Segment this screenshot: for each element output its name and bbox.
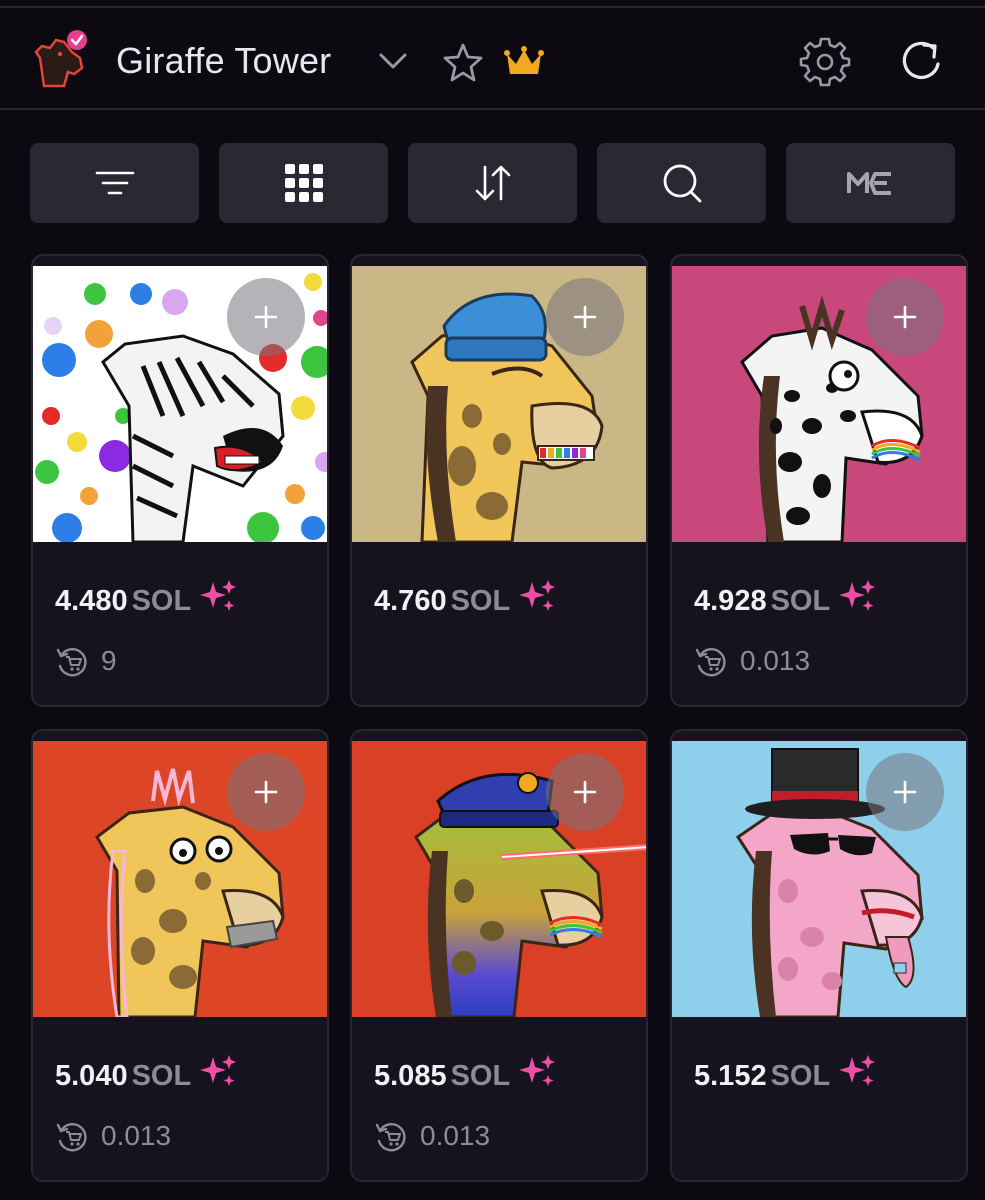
- price-label: 5.085 SOL: [374, 1053, 558, 1093]
- cart-refresh-icon: [56, 1123, 87, 1152]
- price-unit: SOL: [770, 1060, 831, 1092]
- collection-logo[interactable]: [30, 28, 92, 90]
- add-to-cart-button[interactable]: [227, 753, 305, 831]
- cart-refresh-icon: [375, 1123, 406, 1152]
- price-value: 4.928: [694, 585, 767, 617]
- sparkles-icon: [518, 1053, 558, 1089]
- royalty-fee: 0.013: [374, 1119, 490, 1153]
- crown-icon[interactable]: [502, 42, 546, 82]
- plus-icon: [573, 305, 597, 329]
- sparkles-icon: [518, 578, 558, 614]
- price-value: 4.760: [374, 585, 447, 617]
- sparkles-icon: [199, 578, 239, 614]
- gear-icon[interactable]: [798, 34, 852, 88]
- star-icon[interactable]: [440, 40, 486, 86]
- fee-value: 0.013: [420, 1120, 491, 1151]
- fee-value: 0.013: [740, 645, 811, 676]
- filter-icon: [95, 171, 134, 195]
- nft-card[interactable]: 5.040 SOL 0.013: [31, 729, 329, 1182]
- add-to-cart-button[interactable]: [227, 278, 305, 356]
- add-to-cart-button[interactable]: [866, 278, 944, 356]
- nft-card[interactable]: 5.152 SOL: [670, 729, 968, 1182]
- plus-icon: [254, 780, 278, 804]
- price-label: 4.760 SOL: [374, 578, 558, 618]
- fee-value: 9: [101, 645, 117, 676]
- top-divider: [0, 0, 985, 8]
- price-value: 5.040: [55, 1060, 128, 1092]
- price-unit: SOL: [450, 1060, 511, 1092]
- search-button[interactable]: [597, 143, 766, 223]
- royalty-fee: 0.013: [55, 1119, 171, 1153]
- price-unit: SOL: [131, 585, 192, 617]
- royalty-fee: 9: [55, 644, 117, 678]
- price-value: 5.152: [694, 1060, 767, 1092]
- plus-icon: [893, 780, 917, 804]
- plus-icon: [893, 305, 917, 329]
- price-label: 4.480 SOL: [55, 578, 239, 618]
- sparkles-icon: [838, 1053, 878, 1089]
- refresh-icon[interactable]: [894, 34, 948, 88]
- price-label: 4.928 SOL: [694, 578, 878, 618]
- chevron-down-icon[interactable]: [376, 44, 410, 78]
- add-to-cart-button[interactable]: [546, 278, 624, 356]
- nft-card[interactable]: 4.760 SOL: [350, 254, 648, 707]
- sparkles-icon: [199, 1053, 239, 1089]
- toolbar: [30, 143, 955, 223]
- collection-header: Giraffe Tower: [0, 10, 985, 110]
- magic-eden-button[interactable]: [786, 143, 955, 223]
- price-unit: SOL: [450, 585, 511, 617]
- magic-eden-icon: [846, 172, 891, 195]
- price-label: 5.152 SOL: [694, 1053, 878, 1093]
- filter-button[interactable]: [30, 143, 199, 223]
- price-value: 5.085: [374, 1060, 447, 1092]
- add-to-cart-button[interactable]: [546, 753, 624, 831]
- plus-icon: [254, 305, 278, 329]
- price-value: 4.480: [55, 585, 128, 617]
- royalty-fee: 0.013: [694, 644, 810, 678]
- sparkles-icon: [838, 578, 878, 614]
- price-unit: SOL: [131, 1060, 192, 1092]
- nft-card[interactable]: 4.928 SOL 0.013: [670, 254, 968, 707]
- sort-button[interactable]: [408, 143, 577, 223]
- collection-title[interactable]: Giraffe Tower: [116, 40, 331, 82]
- fee-value: 0.013: [101, 1120, 172, 1151]
- search-icon: [663, 164, 701, 203]
- add-to-cart-button[interactable]: [866, 753, 944, 831]
- nft-card[interactable]: 4.480 SOL 9: [31, 254, 329, 707]
- sort-icon: [475, 165, 510, 201]
- plus-icon: [573, 780, 597, 804]
- cart-refresh-icon: [56, 648, 87, 677]
- nft-card[interactable]: 5.085 SOL 0.013: [350, 729, 648, 1182]
- price-unit: SOL: [770, 585, 831, 617]
- grid-view-button[interactable]: [219, 143, 388, 223]
- cart-refresh-icon: [695, 648, 726, 677]
- grid-icon: [284, 164, 323, 202]
- price-label: 5.040 SOL: [55, 1053, 239, 1093]
- verified-badge-icon: [67, 30, 87, 50]
